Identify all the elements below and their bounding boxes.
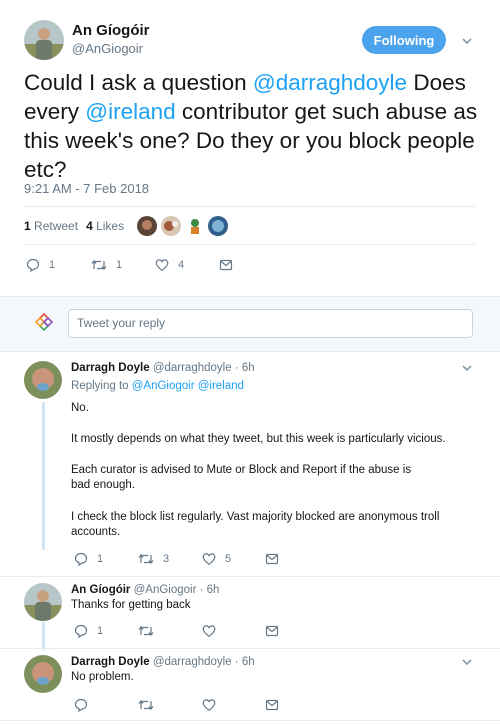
- chevron-down-icon[interactable]: [460, 655, 474, 669]
- message-button[interactable]: [265, 698, 279, 712]
- retweet-count: 3: [163, 553, 170, 565]
- like-button[interactable]: [202, 698, 216, 712]
- retweet-button[interactable]: 3: [138, 552, 169, 566]
- retweet-icon: [138, 626, 154, 636]
- like-button[interactable]: 5: [202, 552, 231, 566]
- avatar[interactable]: [24, 361, 62, 399]
- tweet-text-part: Could I ask a question: [24, 70, 253, 95]
- mention-link[interactable]: @darraghdoyle: [253, 70, 407, 95]
- retweet-icon: [138, 554, 154, 564]
- retweet-icon: [91, 260, 107, 270]
- like-icon: [202, 553, 216, 566]
- thread-line: [42, 622, 45, 650]
- likes-stat[interactable]: 4 Likes: [86, 219, 124, 233]
- message-icon: [265, 625, 279, 637]
- divider: [0, 648, 500, 649]
- tweet-text: Could I ask a question @darraghdoyle Doe…: [24, 68, 484, 184]
- message-icon: [265, 553, 279, 565]
- like-icon: [202, 699, 216, 712]
- reply-input[interactable]: Tweet your reply: [68, 309, 473, 338]
- message-icon: [219, 259, 233, 271]
- like-count: 5: [225, 553, 232, 565]
- like-button[interactable]: 4: [155, 258, 184, 272]
- reply-button[interactable]: 1: [26, 258, 55, 272]
- engagement-stats: 1 Retweet 4 Likes: [24, 219, 124, 233]
- divider: [0, 576, 500, 577]
- retweet-count: 1: [116, 259, 123, 271]
- reply-button[interactable]: 1: [74, 552, 103, 566]
- reply-button[interactable]: 1: [74, 624, 103, 638]
- like-button[interactable]: [202, 624, 216, 638]
- tweet-timestamp[interactable]: 9:21 AM - 7 Feb 2018: [24, 181, 149, 196]
- user-logo-icon: [34, 312, 54, 332]
- like-count: 4: [178, 259, 185, 271]
- reply-button[interactable]: [74, 698, 88, 712]
- reply-text: No.: [71, 402, 89, 414]
- thread-line: [42, 402, 45, 550]
- retweet-button[interactable]: 1: [91, 258, 122, 272]
- replying-to: Replying to @AnGiogoir @ireland: [71, 380, 244, 392]
- liker-avatar[interactable]: [137, 216, 157, 236]
- main-tweet: An Gíogóir @AnGiogoir Following Could I …: [0, 0, 500, 296]
- reply-text: I check the block list regularly. Vast m…: [71, 511, 440, 538]
- reply-icon: [74, 552, 88, 566]
- author-name[interactable]: An Gíogóir: [72, 22, 150, 39]
- reply-count: 1: [49, 259, 56, 271]
- liker-avatar[interactable]: [208, 216, 228, 236]
- liker-avatar[interactable]: [161, 216, 181, 236]
- author-handle[interactable]: @AnGiogoir: [72, 41, 143, 56]
- reply-author[interactable]: An Gíogóir @AnGiogoir · 6h: [71, 584, 219, 596]
- chevron-down-icon[interactable]: [460, 361, 474, 375]
- reply-text: No problem.: [71, 671, 134, 683]
- reply-icon: [74, 624, 88, 638]
- reply-count: 1: [97, 625, 104, 637]
- message-button[interactable]: [265, 552, 279, 566]
- divider: [24, 244, 476, 245]
- mention-link[interactable]: @AnGiogoir @ireland: [132, 380, 244, 392]
- reply-count: 1: [97, 553, 104, 565]
- avatar[interactable]: [24, 583, 62, 621]
- divider: [24, 206, 476, 207]
- reply-author[interactable]: Darragh Doyle @darraghdoyle · 6h: [71, 362, 255, 374]
- retweet-button[interactable]: [138, 698, 154, 712]
- like-icon: [155, 259, 169, 272]
- mention-link[interactable]: @ireland: [85, 99, 175, 124]
- avatar[interactable]: [24, 20, 64, 60]
- retweet-button[interactable]: [138, 624, 154, 638]
- avatar[interactable]: [24, 655, 62, 693]
- reply-text: It mostly depends on what they tweet, bu…: [71, 433, 446, 445]
- divider: [0, 720, 500, 721]
- reply-text: Thanks for getting back: [71, 599, 191, 611]
- message-button[interactable]: [219, 258, 233, 272]
- message-button[interactable]: [265, 624, 279, 638]
- retweets-stat[interactable]: 1 Retweet: [24, 219, 78, 233]
- like-icon: [202, 625, 216, 638]
- following-button[interactable]: Following: [362, 26, 446, 54]
- message-icon: [265, 699, 279, 711]
- liker-avatar[interactable]: [185, 216, 205, 236]
- reply-author[interactable]: Darragh Doyle @darraghdoyle · 6h: [71, 656, 255, 668]
- reply-text: Each curator is advised to Mute or Block…: [71, 464, 412, 491]
- chevron-down-icon[interactable]: [460, 34, 474, 48]
- retweet-icon: [138, 700, 154, 710]
- reply-icon: [26, 258, 40, 272]
- reply-icon: [74, 698, 88, 712]
